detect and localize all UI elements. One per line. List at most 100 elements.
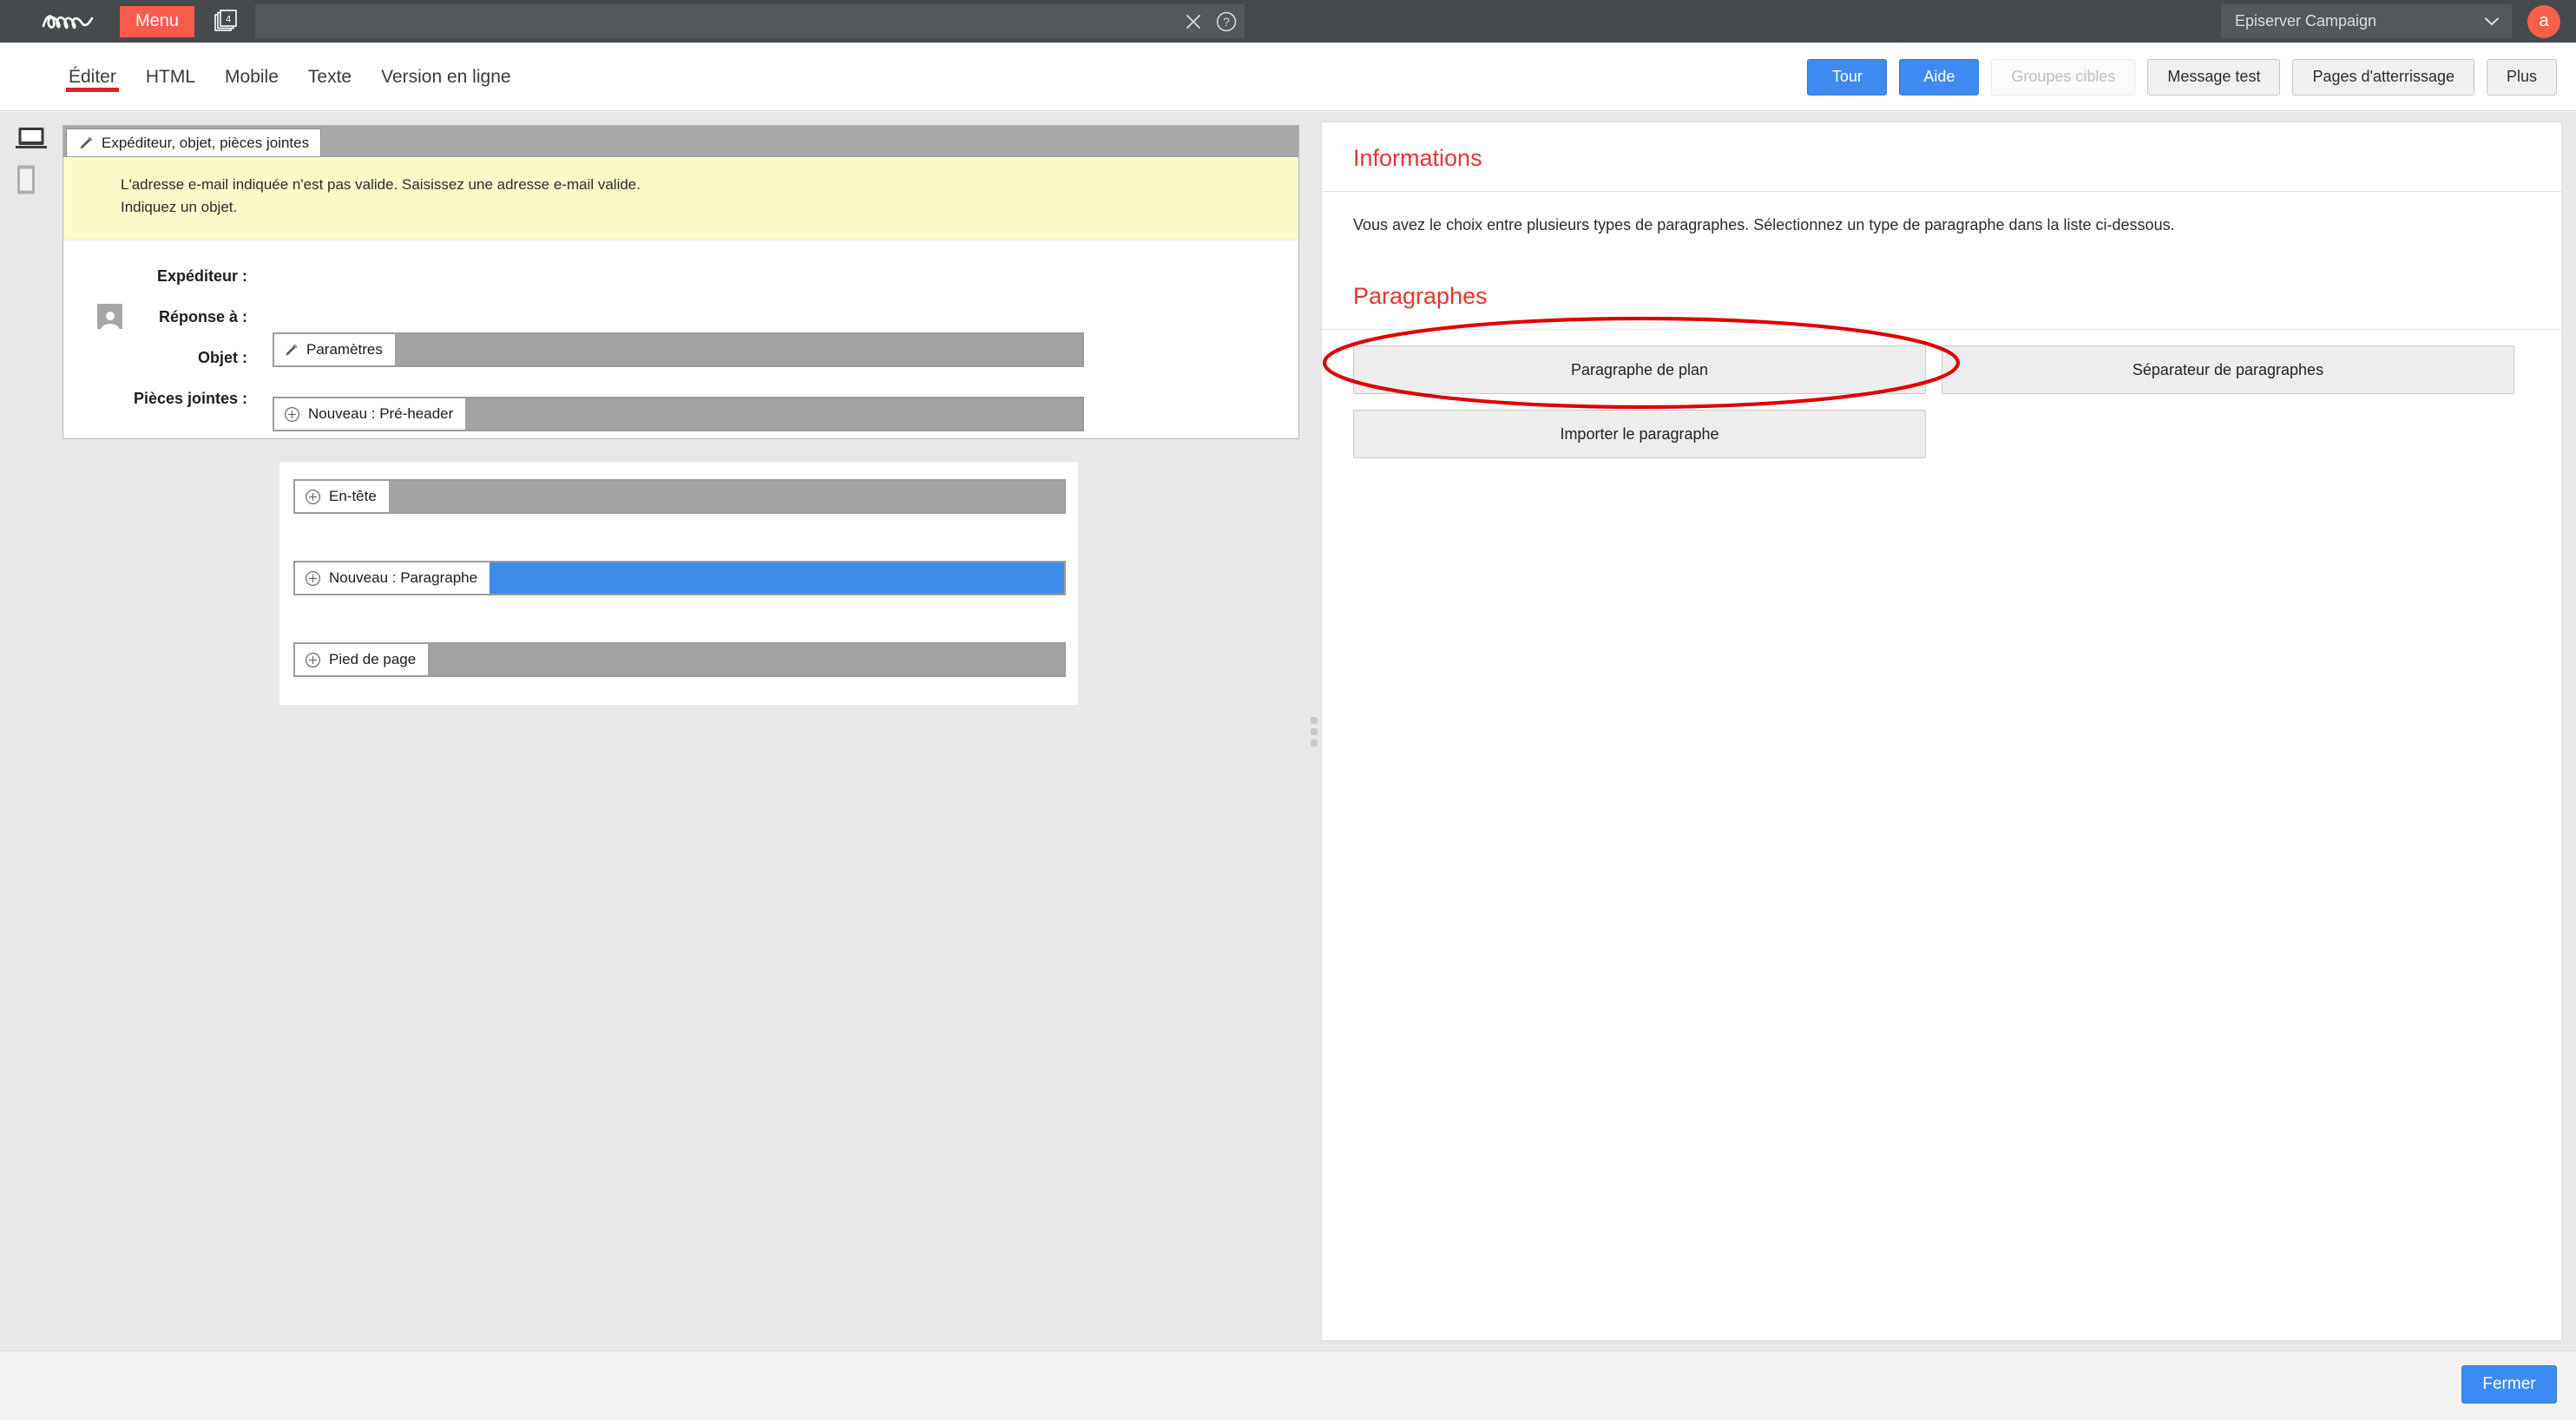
plus-circle-icon: [305, 652, 321, 668]
message-test-button-label: Message test: [2167, 68, 2261, 85]
bottom-bar: Fermer: [0, 1351, 2576, 1420]
search-field[interactable]: ?: [255, 4, 1245, 38]
block-entete-label: En-tête: [329, 488, 377, 504]
block-preheader[interactable]: Nouveau : Pré-header: [273, 397, 1084, 431]
splitter-dots-icon: [1311, 716, 1318, 746]
tab-mobile[interactable]: Mobile: [210, 43, 293, 111]
message-test-button[interactable]: Message test: [2147, 58, 2281, 95]
brush-icon: [78, 135, 94, 151]
aide-button-label: Aide: [1923, 68, 1955, 85]
panel-splitter-handle[interactable]: [1307, 112, 1321, 1351]
block-parametres-fill: [394, 334, 1082, 365]
paragraphe-de-plan-label: Paragraphe de plan: [1570, 360, 1709, 378]
tab-version-en-ligne[interactable]: Version en ligne: [366, 43, 525, 111]
field-label-expediteur: Expéditeur :: [156, 266, 247, 285]
block-parametres-tag: Paramètres: [274, 334, 395, 365]
fermer-button-label: Fermer: [2482, 1375, 2536, 1393]
paragraph-type-buttons: Paragraphe de plan Séparateur de paragra…: [1322, 330, 2561, 458]
menu-button-label: Menu: [135, 11, 180, 30]
paragraphes-heading: Paragraphes: [1322, 260, 2561, 330]
mobile-preview-icon[interactable]: [16, 164, 36, 200]
warning-line-2: Indiquez un objet.: [121, 199, 238, 216]
block-paragraphe-label: Nouveau : Paragraphe: [329, 569, 478, 586]
block-entete[interactable]: En-tête: [293, 479, 1066, 514]
editor-toolbar: Éditer HTML Mobile Texte Version en lign…: [0, 43, 2576, 111]
brush-icon: [284, 343, 299, 358]
block-entete-fill: [388, 481, 1064, 512]
block-pied-de-page-fill: [428, 644, 1064, 675]
sender-subject-attachments-tab[interactable]: Expéditeur, objet, pièces jointes: [66, 128, 322, 156]
episerver-logo-icon: [38, 7, 99, 36]
sender-tab-label: Expéditeur, objet, pièces jointes: [102, 134, 310, 151]
block-pied-de-page-label: Pied de page: [329, 651, 417, 667]
informations-text: Vous avez le choix entre plusieurs types…: [1353, 216, 2175, 233]
block-parametres[interactable]: Paramètres: [273, 332, 1084, 367]
search-input[interactable]: [255, 4, 1245, 38]
sender-card: Expéditeur, objet, pièces jointes L'adre…: [62, 125, 1299, 439]
tab-texte-label: Texte: [307, 66, 352, 87]
plus-circle-icon: [284, 406, 300, 423]
field-label-pieces-jointes: Pièces jointes :: [133, 389, 247, 407]
top-bar-right-group: Episerver Campaign a: [2221, 0, 2560, 43]
close-icon[interactable]: [1184, 12, 1203, 31]
importer-le-paragraphe-label: Importer le paragraphe: [1560, 424, 1719, 443]
email-editor-panel: Expéditeur, objet, pièces jointes L'adre…: [62, 112, 1307, 1351]
tab-texte[interactable]: Texte: [293, 43, 366, 111]
block-entete-tag: En-tête: [295, 481, 389, 512]
tab-editer-label: Éditer: [69, 66, 116, 87]
block-preheader-tag: Nouveau : Pré-header: [274, 398, 466, 430]
block-parametres-label: Paramètres: [306, 341, 383, 358]
tab-mobile-label: Mobile: [225, 66, 279, 87]
device-preview-rail: [0, 112, 62, 1351]
fermer-button[interactable]: Fermer: [2461, 1365, 2557, 1404]
block-pied-de-page[interactable]: Pied de page: [293, 642, 1066, 677]
plus-circle-icon: [305, 570, 321, 587]
pages-atterrissage-button[interactable]: Pages d'atterrissage: [2292, 58, 2474, 95]
toolbar-button-group: Tour Aide Groupes cibles Message test Pa…: [1807, 43, 2557, 111]
app-selector[interactable]: Episerver Campaign: [2221, 4, 2512, 38]
separateur-de-paragraphes-label: Séparateur de paragraphes: [2132, 360, 2324, 378]
avatar-initial: a: [2539, 11, 2549, 30]
pages-atterrissage-button-label: Pages d'atterrissage: [2312, 68, 2454, 85]
aide-button[interactable]: Aide: [1899, 58, 1980, 95]
work-area: Expéditeur, objet, pièces jointes L'adre…: [0, 112, 2576, 1351]
block-pied-de-page-tag: Pied de page: [295, 644, 429, 675]
top-bar: Menu 4 ? Episerver Campaign a: [0, 0, 2576, 43]
tab-editer[interactable]: Éditer: [54, 43, 131, 111]
block-preheader-label: Nouveau : Pré-header: [308, 405, 454, 422]
tab-html-label: HTML: [145, 66, 196, 87]
tab-html[interactable]: HTML: [131, 43, 210, 111]
svg-text:?: ?: [1223, 15, 1230, 29]
plus-circle-icon: [305, 489, 321, 505]
block-paragraphe-fill: [490, 562, 1064, 594]
plus-button-label: Plus: [2506, 68, 2537, 85]
field-label-reponse-a: Réponse à :: [158, 307, 247, 325]
copies-badge-count: 4: [226, 14, 231, 24]
app-selector-value: Episerver Campaign: [2235, 12, 2377, 30]
block-paragraphe-tag: Nouveau : Paragraphe: [295, 562, 490, 594]
sender-tab-strip: Expéditeur, objet, pièces jointes: [63, 126, 1298, 157]
field-row-reponse-a: Réponse à :: [63, 297, 1298, 338]
importer-le-paragraphe-button[interactable]: Importer le paragraphe: [1353, 410, 1926, 458]
paragraphe-de-plan-button[interactable]: Paragraphe de plan: [1353, 345, 1926, 394]
editor-tabs: Éditer HTML Mobile Texte Version en lign…: [54, 43, 526, 111]
groupes-cibles-button-label: Groupes cibles: [2011, 68, 2116, 85]
plus-button[interactable]: Plus: [2486, 58, 2557, 95]
body-blocks-container: En-tête Nouveau : Paragraphe Pied de pag…: [279, 462, 1078, 705]
help-icon[interactable]: ?: [1215, 10, 1238, 33]
warning-line-1: L'adresse e-mail indiquée n'est pas vali…: [121, 176, 641, 193]
block-paragraphe[interactable]: Nouveau : Paragraphe: [293, 561, 1066, 595]
copies-icon[interactable]: 4: [214, 9, 240, 35]
field-label-objet: Objet :: [198, 348, 247, 366]
informations-heading: Informations: [1322, 122, 2561, 192]
desktop-preview-icon[interactable]: [16, 126, 47, 154]
tour-button[interactable]: Tour: [1807, 58, 1888, 95]
field-row-expediteur: Expéditeur :: [63, 256, 1298, 297]
paragraph-types-panel: Informations Vous avez le choix entre pl…: [1321, 122, 2562, 1341]
menu-button[interactable]: Menu: [120, 5, 194, 37]
validation-warning: L'adresse e-mail indiquée n'est pas vali…: [63, 157, 1298, 240]
tour-button-label: Tour: [1831, 68, 1863, 85]
separateur-de-paragraphes-button[interactable]: Séparateur de paragraphes: [1942, 345, 2514, 394]
chevron-down-icon: [2484, 12, 2500, 30]
avatar[interactable]: a: [2527, 4, 2560, 38]
